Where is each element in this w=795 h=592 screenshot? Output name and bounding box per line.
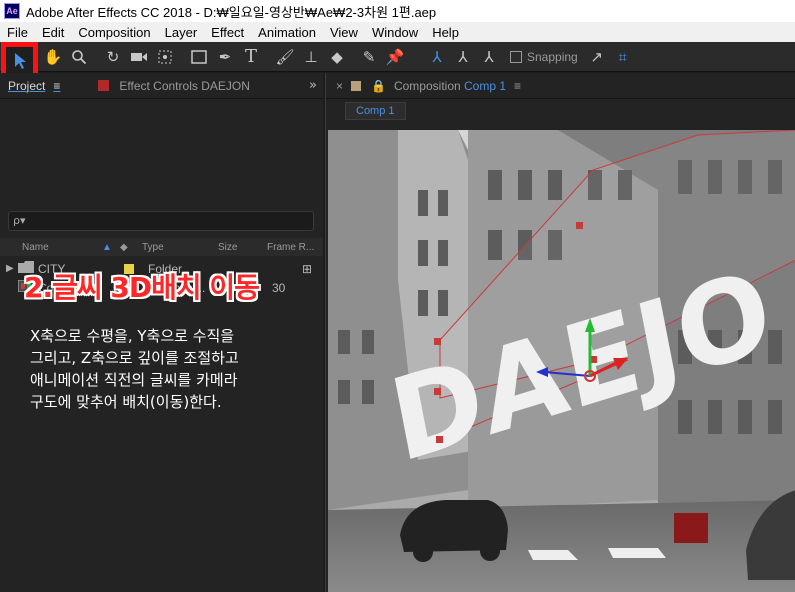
hand-tool-icon[interactable]: ✋ xyxy=(40,44,66,70)
camera-tool-icon[interactable] xyxy=(126,44,152,70)
clone-stamp-tool-icon[interactable]: ⊥ xyxy=(298,44,324,70)
snapping-toggle[interactable]: Snapping xyxy=(510,50,578,64)
row-frame-rate: 30 xyxy=(272,280,286,295)
menu-edit[interactable]: Edit xyxy=(35,25,71,40)
tutorial-title: 2.글씨 3D배치 이동 xyxy=(24,271,260,304)
tools-panel: ✋ ↻ ✒ T 🖌 ⊥ ◆ ✎ 📌 ⅄ ⅄ ⅄ Snapping ↗ ⌗ xyxy=(0,42,795,79)
column-type[interactable]: Type xyxy=(142,242,218,253)
composition-panel: × 🔒 Composition Comp 1 ≡ Comp 1 DAEJO xyxy=(325,73,795,592)
eraser-tool-icon[interactable]: ◆ xyxy=(324,44,350,70)
tab-effect-controls-label: Effect Controls DAEJON xyxy=(119,78,250,93)
roto-brush-tool-icon[interactable]: ✎ xyxy=(356,44,382,70)
project-column-header: Name ▲ ◆ Type Size Frame R... xyxy=(0,238,323,256)
rectangle-tool-icon[interactable] xyxy=(186,44,212,70)
composition-navigator: Comp 1 xyxy=(326,99,795,123)
column-name[interactable]: Name xyxy=(22,242,102,253)
snapping-label: Snapping xyxy=(527,49,578,64)
tutorial-line-3: 애니메이션 직전의 글씨를 카메라 xyxy=(30,371,238,389)
snap-options-icon[interactable]: ↗ xyxy=(584,44,610,70)
snapping-checkbox[interactable] xyxy=(510,50,522,63)
tab-project-label: Project xyxy=(8,78,46,93)
project-search-input[interactable]: ρ▾ xyxy=(8,211,314,231)
tutorial-line-4: 구도에 맞추어 배치(이동)한다. xyxy=(30,393,222,411)
pen-tool-icon[interactable]: ✒ xyxy=(212,44,238,70)
tab-composition-name: Comp 1 xyxy=(464,78,507,93)
tutorial-line-2: 그리고, Z축으로 깊이를 조절하고 xyxy=(30,349,239,367)
composition-viewer[interactable]: DAEJO xyxy=(328,130,795,592)
menu-view[interactable]: View xyxy=(323,25,365,40)
menu-file[interactable]: File xyxy=(0,25,35,40)
close-icon[interactable]: × xyxy=(336,79,343,93)
hierarchy-icon: ⊞ xyxy=(302,261,313,276)
title-bar: Ae Adobe After Effects CC 2018 - D:₩일요일-… xyxy=(0,0,795,22)
snap-features-icon[interactable]: ⌗ xyxy=(610,44,636,70)
type-tool-icon[interactable]: T xyxy=(238,44,264,70)
menu-window[interactable]: Window xyxy=(365,25,425,40)
city-scene: DAEJO xyxy=(328,130,795,592)
tab-composition[interactable]: Composition Comp 1 xyxy=(394,79,506,93)
rotation-tool-icon[interactable]: ↻ xyxy=(100,44,126,70)
world-axis-mode-icon[interactable]: ⅄ xyxy=(450,44,476,70)
sort-arrow-icon: ▲ xyxy=(102,241,112,253)
menu-composition[interactable]: Composition xyxy=(71,25,157,40)
zoom-tool-icon[interactable] xyxy=(66,44,92,70)
menu-bar: File Edit Composition Layer Effect Anima… xyxy=(0,22,795,42)
pan-behind-tool-icon[interactable] xyxy=(152,44,178,70)
menu-animation[interactable]: Animation xyxy=(251,25,323,40)
layer-color-icon xyxy=(98,80,110,91)
menu-help[interactable]: Help xyxy=(425,25,466,40)
tab-color-icon xyxy=(351,80,362,91)
view-axis-mode-icon[interactable]: ⅄ xyxy=(476,44,502,70)
tab-composition-label: Composition xyxy=(393,78,461,93)
comp-flow-button[interactable]: Comp 1 xyxy=(345,102,406,120)
local-axis-mode-icon[interactable]: ⅄ xyxy=(424,44,450,70)
brush-tool-icon[interactable]: 🖌 xyxy=(272,44,298,70)
tutorial-body: X축으로 수평을, Y축으로 수직을 그리고, Z축으로 깊이를 조절하고 애니… xyxy=(30,325,320,413)
puppet-pin-tool-icon[interactable]: 📌 xyxy=(382,44,408,70)
composition-tabs: × 🔒 Composition Comp 1 ≡ xyxy=(326,73,795,99)
window-title: Adobe After Effects CC 2018 - D:₩일요일-영상반… xyxy=(26,4,437,20)
column-size[interactable]: Size xyxy=(218,242,267,253)
panel-expand-icon[interactable]: » xyxy=(309,78,317,93)
tutorial-line-1: X축으로 수평을, Y축으로 수직을 xyxy=(30,327,235,345)
menu-layer[interactable]: Layer xyxy=(158,25,205,40)
tab-effect-controls[interactable]: Effect Controls DAEJON xyxy=(90,79,258,93)
menu-effect[interactable]: Effect xyxy=(204,25,251,40)
expand-arrow-icon[interactable]: ▶ xyxy=(6,263,18,274)
tab-project[interactable]: Project ≡ xyxy=(0,79,68,93)
label-tag-icon: ◆ xyxy=(120,241,128,253)
lock-icon[interactable]: 🔒 xyxy=(371,79,386,93)
panel-menu-icon[interactable]: ≡ xyxy=(53,79,60,93)
column-frame-rate[interactable]: Frame R... xyxy=(267,242,314,253)
panel-menu-icon[interactable]: ≡ xyxy=(514,79,521,93)
search-icon: ρ▾ xyxy=(13,214,26,227)
after-effects-logo-icon: Ae xyxy=(4,3,20,19)
left-panel-tabs: Project ≡ Effect Controls DAEJON » xyxy=(0,73,323,99)
